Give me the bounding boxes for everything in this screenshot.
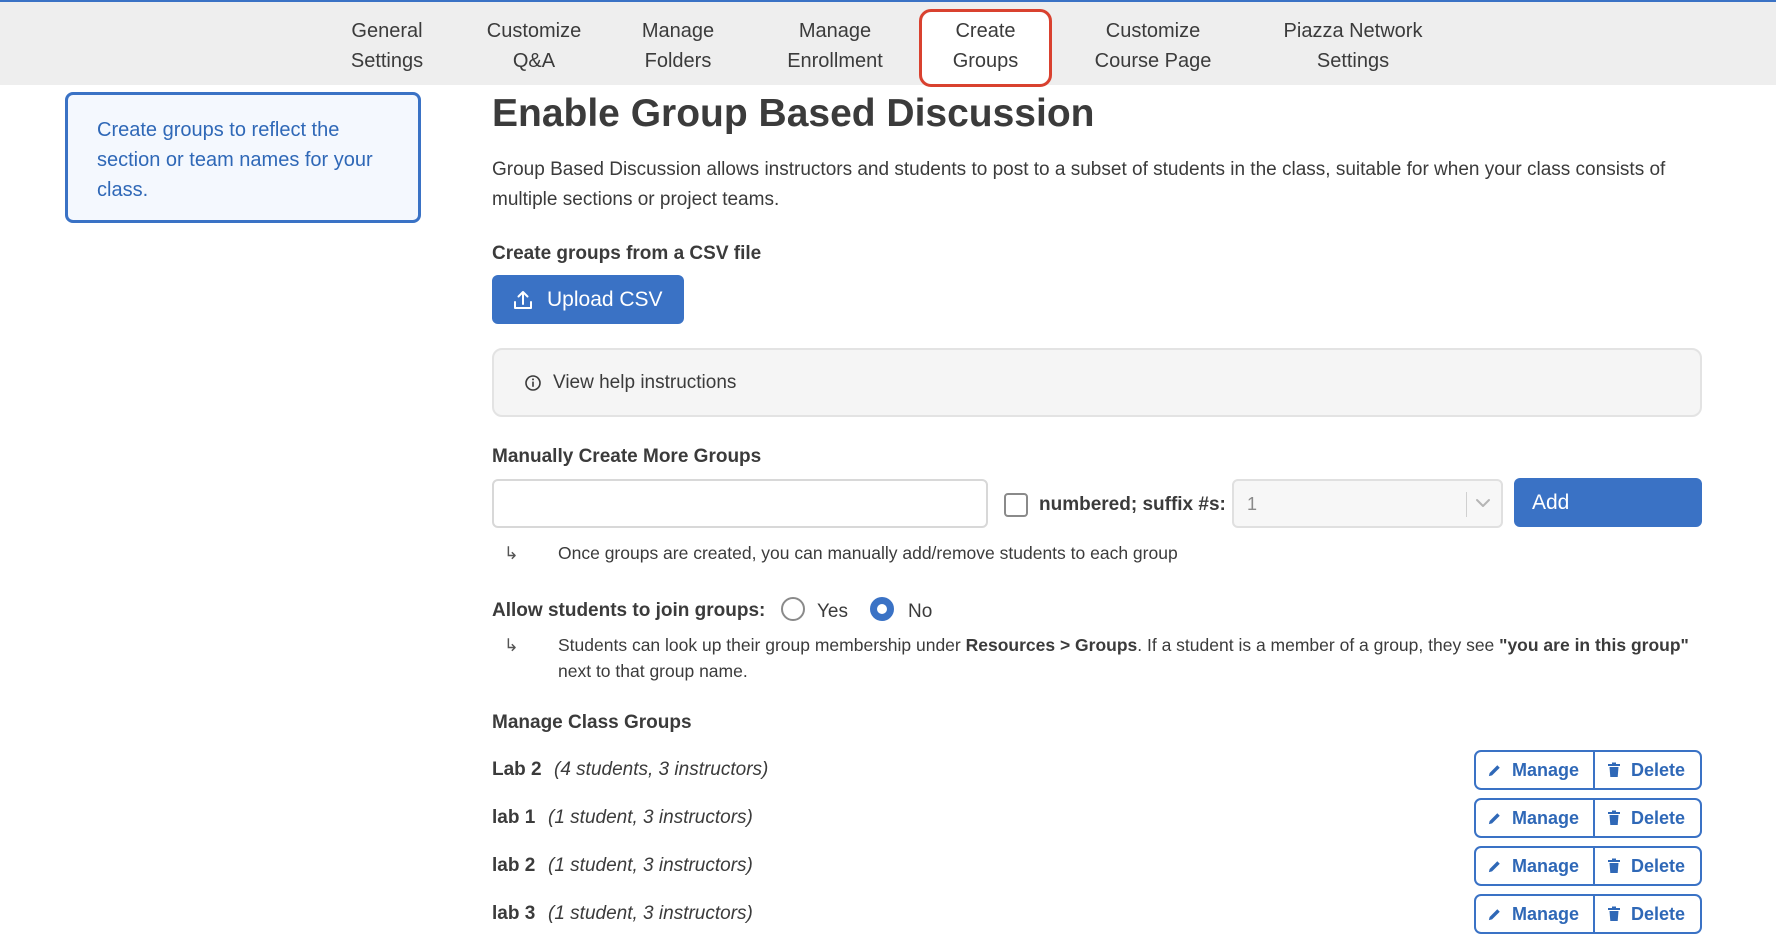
- join-groups-label: Allow students to join groups:: [492, 600, 766, 621]
- page-title: Enable Group Based Discussion: [492, 92, 1095, 135]
- manual-groups-note-text: Once groups are created, you can manuall…: [558, 543, 1178, 563]
- help-instructions-label: View help instructions: [553, 371, 737, 393]
- group-row: lab 2 (1 student, 3 instructors) Manage …: [492, 846, 1702, 886]
- delete-group-button[interactable]: Delete: [1595, 896, 1700, 932]
- group-row: lab 3 (1 student, 3 instructors) Manage …: [492, 894, 1702, 934]
- help-instructions-toggle[interactable]: View help instructions: [492, 348, 1702, 417]
- trash-icon: [1608, 810, 1620, 825]
- nav-tab-label: Settings: [350, 50, 424, 72]
- manage-label: Manage: [1512, 903, 1580, 924]
- manage-groups-label: Manage Class Groups: [492, 712, 692, 733]
- group-member-count: (1 student, 3 instructors): [548, 855, 753, 876]
- manual-groups-label: Manually Create More Groups: [492, 446, 762, 467]
- note-emphasis: "you are in this group": [1499, 635, 1689, 655]
- manage-label: Manage: [1512, 759, 1580, 780]
- group-member-count: (4 students, 3 instructors): [554, 759, 769, 780]
- pencil-icon: [1488, 764, 1500, 776]
- group-actions: Manage Delete: [1474, 894, 1702, 934]
- add-group-label: Add: [1532, 490, 1570, 514]
- group-name-input[interactable]: [492, 479, 988, 528]
- return-arrow-icon: ↳: [504, 543, 519, 563]
- group-name: lab 2: [492, 855, 536, 876]
- upload-csv-button[interactable]: Upload CSV: [492, 275, 684, 324]
- manage-group-button[interactable]: Manage: [1476, 848, 1595, 884]
- group-member-count: (1 student, 3 instructors): [548, 807, 753, 828]
- chevron-down-icon: [1476, 499, 1490, 507]
- info-icon: [525, 374, 541, 391]
- group-name: lab 3: [492, 903, 536, 924]
- group-name: lab 1: [492, 807, 536, 828]
- nav-tab-label: General: [351, 20, 423, 42]
- csv-section-label: Create groups from a CSV file: [492, 243, 762, 264]
- note-text: next to that group name.: [558, 661, 748, 681]
- pencil-icon: [1488, 860, 1500, 872]
- return-arrow-icon: ↳: [504, 635, 519, 655]
- suffix-select-value: 1: [1247, 494, 1258, 514]
- delete-label: Delete: [1631, 903, 1686, 924]
- group-actions: Manage Delete: [1474, 798, 1702, 838]
- group-actions: Manage Delete: [1474, 846, 1702, 886]
- add-group-button[interactable]: Add: [1514, 478, 1702, 527]
- group-actions: Manage Delete: [1474, 750, 1702, 790]
- delete-label: Delete: [1631, 759, 1686, 780]
- join-groups-note-text: Students can look up their group members…: [558, 632, 1698, 684]
- delete-group-button[interactable]: Delete: [1595, 752, 1700, 788]
- manage-group-button[interactable]: Manage: [1476, 800, 1595, 836]
- delete-group-button[interactable]: Delete: [1595, 848, 1700, 884]
- trash-icon: [1608, 906, 1620, 921]
- group-member-count: (1 student, 3 instructors): [548, 903, 753, 924]
- group-row: Lab 2 (4 students, 3 instructors) Manage…: [492, 750, 1702, 790]
- trash-icon: [1608, 858, 1620, 873]
- sidebar-hint-text: Create groups to reflect the section or …: [97, 119, 373, 201]
- manage-label: Manage: [1512, 807, 1580, 828]
- manage-label: Manage: [1512, 855, 1580, 876]
- main-content: Enable Group Based Discussion Group Base…: [492, 0, 1702, 946]
- numbered-suffix-label: numbered; suffix #s:: [1039, 494, 1226, 515]
- suffix-select[interactable]: 1: [1232, 479, 1503, 528]
- join-no-radio[interactable]: [870, 597, 894, 621]
- delete-label: Delete: [1631, 855, 1686, 876]
- pencil-icon: [1488, 812, 1500, 824]
- page-description: Group Based Discussion allows instructor…: [492, 159, 1666, 210]
- group-row: lab 1 (1 student, 3 instructors) Manage …: [492, 798, 1702, 838]
- group-name: Lab 2: [492, 759, 542, 780]
- upload-csv-label: Upload CSV: [547, 287, 663, 311]
- note-emphasis: Resources > Groups: [965, 635, 1138, 655]
- numbered-checkbox[interactable]: [1004, 493, 1028, 517]
- delete-label: Delete: [1631, 807, 1686, 828]
- delete-group-button[interactable]: Delete: [1595, 800, 1700, 836]
- upload-icon: [514, 290, 532, 309]
- join-yes-radio[interactable]: [781, 597, 805, 621]
- manage-group-button[interactable]: Manage: [1476, 896, 1595, 932]
- trash-icon: [1608, 762, 1620, 777]
- join-no-label: No: [908, 601, 933, 622]
- pencil-icon: [1488, 908, 1500, 920]
- note-text: Students can look up their group members…: [558, 635, 966, 655]
- sidebar-hint-box: Create groups to reflect the section or …: [65, 92, 421, 223]
- nav-tab-general-settings[interactable]: General Settings: [345, 16, 429, 76]
- select-separator: [1466, 492, 1467, 517]
- join-yes-label: Yes: [817, 601, 848, 622]
- manage-group-button[interactable]: Manage: [1476, 752, 1595, 788]
- note-text: . If a student is a member of a group, t…: [1137, 635, 1500, 655]
